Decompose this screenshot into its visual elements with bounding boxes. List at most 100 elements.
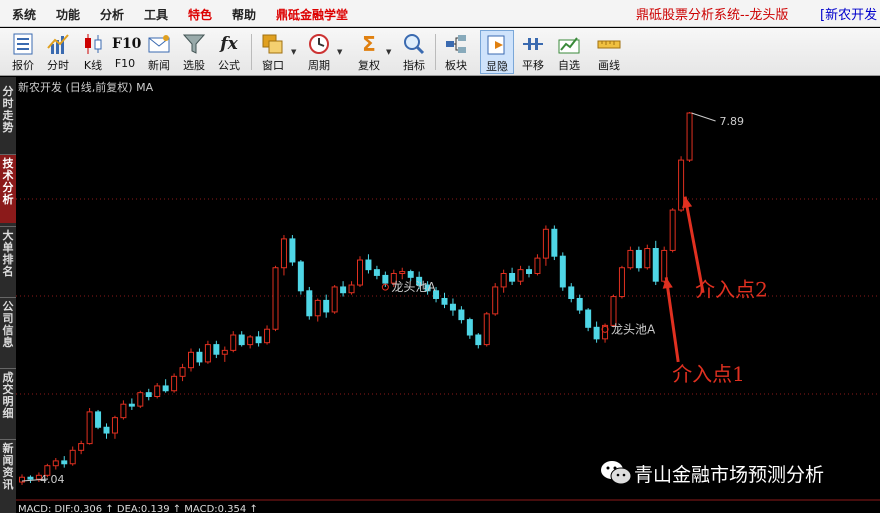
candle-body: [255, 336, 262, 344]
intraday-button[interactable]: 分时: [41, 30, 75, 74]
watermark-text: 青山金融市场预测分析: [634, 464, 825, 486]
candle-body: [627, 249, 634, 269]
candle-body: [585, 309, 592, 328]
candle-body: [188, 351, 194, 369]
candle-body: [145, 392, 152, 398]
watchlist-button[interactable]: 自选: [552, 30, 586, 74]
adjust-button[interactable]: Σ 复权: [352, 30, 386, 74]
candle-body: [289, 238, 296, 263]
candle-body: [483, 313, 490, 346]
candle-body: [314, 299, 321, 317]
candle-body: [568, 286, 575, 299]
candle-body: [111, 417, 118, 434]
news-button[interactable]: 新闻: [142, 30, 176, 74]
pan-icon: [523, 38, 543, 50]
menu-tools[interactable]: 工具: [144, 6, 168, 23]
wechat-icon: [601, 461, 632, 485]
candle-body: [221, 349, 228, 355]
candle-body: [551, 228, 558, 257]
candle-body: [610, 296, 617, 326]
quote-list-icon: [13, 33, 33, 55]
sector-button[interactable]: 板块: [439, 30, 473, 74]
kline-button[interactable]: K线: [76, 30, 110, 74]
candle-body: [526, 269, 532, 274]
candle-body: [635, 249, 642, 269]
stock-picker-button[interactable]: 选股: [177, 30, 211, 74]
candle-body: [323, 299, 330, 313]
candle-body: [238, 334, 245, 346]
formula-button[interactable]: fx 公式: [212, 30, 246, 74]
menu-bar: 系统 功能 分析 工具 特色 帮助 鼎砥金融学堂 鼎砥股票分析系统--龙头版 […: [0, 0, 880, 27]
draw-line-button[interactable]: 画线: [592, 30, 626, 74]
period-dropdown-icon[interactable]: ▼: [337, 48, 342, 56]
side-tab-technical[interactable]: 技术分析: [0, 155, 16, 223]
pool-marker-label: 龙头池A: [391, 280, 436, 294]
menu-system[interactable]: 系统: [12, 6, 36, 23]
candle-body: [399, 271, 406, 274]
candle-body: [669, 209, 676, 251]
menu-analysis[interactable]: 分析: [100, 6, 124, 23]
high-price-label: 7.89: [720, 115, 745, 128]
windows-icon: [262, 34, 283, 54]
menu-function[interactable]: 功能: [56, 6, 80, 23]
candle-body: [517, 269, 524, 282]
fx-formula-icon: fx: [220, 34, 238, 54]
candle-body: [27, 476, 34, 480]
side-tab-intraday[interactable]: 分时走势: [0, 83, 16, 151]
candle-body: [264, 328, 271, 344]
candle-body: [154, 385, 161, 398]
menu-features[interactable]: 特色: [188, 6, 212, 23]
sigma-icon: Σ: [362, 32, 376, 56]
side-tab-company-info[interactable]: 公司信息: [0, 298, 16, 366]
indicator-button[interactable]: 指标: [397, 30, 431, 74]
side-tab-trade-detail[interactable]: 成交明细: [0, 369, 16, 437]
menu-help[interactable]: 帮助: [232, 6, 256, 23]
entry-label-1: 介入点1: [672, 362, 745, 386]
chart-header: 新农开发 (日线,前复权) MA: [18, 81, 154, 94]
stock-tab[interactable]: [新农开发: [820, 4, 877, 23]
menu-academy[interactable]: 鼎砥金融学堂: [276, 6, 348, 23]
quote-button[interactable]: 报价: [6, 30, 40, 74]
f10-text-icon: F10: [112, 36, 142, 52]
candlestick-icon: [85, 34, 102, 54]
candle-body: [120, 403, 127, 419]
candle-body: [449, 303, 456, 311]
candle-body: [382, 274, 389, 284]
pool-marker-label: 龙头池A: [611, 322, 656, 336]
intraday-chart-icon: [47, 34, 69, 54]
candle-body: [559, 255, 566, 288]
candle-body: [534, 257, 541, 274]
f10-button[interactable]: F10 F10: [108, 30, 142, 74]
candle-body: [678, 159, 685, 211]
candle-body: [103, 426, 110, 434]
app-title: 鼎砥股票分析系统--龙头版: [636, 8, 789, 23]
side-tab-news[interactable]: 新闻资讯: [0, 440, 16, 508]
candle-body: [171, 375, 178, 392]
kline-chart[interactable]: 7.89 4.04 龙头池A 龙头池A 介入点1 介入点2: [16, 77, 880, 513]
candle-body: [162, 385, 169, 392]
candle-body: [86, 411, 93, 445]
adjust-dropdown-icon[interactable]: ▼: [386, 48, 391, 56]
candle-body: [458, 309, 465, 321]
window-dropdown-icon[interactable]: ▼: [291, 48, 296, 56]
candle-body: [357, 259, 363, 286]
candle-body: [576, 297, 583, 311]
side-tab-bar: 分时走势 技术分析 大单排名 公司信息 成交明细 新闻资讯: [0, 77, 16, 513]
candle-body: [213, 344, 220, 355]
period-button[interactable]: 周期: [302, 30, 336, 74]
candle-body: [95, 411, 102, 428]
candle-body: [272, 267, 279, 330]
candle-body: [306, 290, 313, 317]
candle-body: [509, 272, 516, 282]
funnel-icon: [182, 34, 206, 54]
candle-body: [652, 248, 659, 282]
show-hide-button[interactable]: 显隐: [480, 30, 514, 74]
side-tab-large-orders[interactable]: 大单排名: [0, 227, 16, 295]
candle-body: [204, 344, 211, 363]
clock-icon: [309, 34, 329, 54]
low-price-label: 4.04: [40, 473, 65, 486]
pan-button[interactable]: 平移: [516, 30, 550, 74]
window-button[interactable]: 窗口: [256, 30, 290, 74]
candle-body: [52, 460, 59, 467]
candle-body: [340, 286, 347, 294]
